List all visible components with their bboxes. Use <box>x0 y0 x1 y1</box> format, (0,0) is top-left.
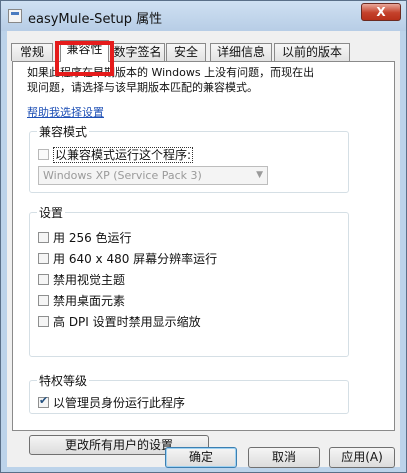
compat-mode-select[interactable]: Windows XP (Service Pack 3) ▼ <box>38 166 268 185</box>
setting-disable-desktop-composition[interactable]: 禁用桌面元素 <box>38 290 126 308</box>
dialog-client-area: 常规 兼容性 数字签名 安全 详细信息 以前的版本 如果此程序在早期版本的 Wi… <box>7 31 400 468</box>
tab-general[interactable]: 常规 <box>11 43 53 61</box>
setting-disable-desktop-composition-checkbox[interactable] <box>38 295 49 306</box>
setting-disable-visual-themes-checkbox[interactable] <box>38 274 49 285</box>
setting-256-colors[interactable]: 用 256 色运行 <box>38 227 132 245</box>
apply-button[interactable]: 应用(A) <box>329 447 395 468</box>
setting-256-colors-label: 用 256 色运行 <box>53 231 132 245</box>
properties-window: easyMule-Setup 属性 X 常规 兼容性 数字签名 安全 详细信息 … <box>0 0 407 473</box>
compat-mode-title: 兼容模式 <box>37 123 90 140</box>
cancel-button[interactable]: 取消 <box>248 447 320 468</box>
compatibility-panel: 如果此程序在早期版本的 Windows 上没有问题，而现在出 现问题，请选择与该… <box>12 61 395 455</box>
privilege-group: 特权等级 ✔ 以管理员身份运行此程序 <box>29 372 349 414</box>
intro-line-1: 如果此程序在早期版本的 Windows 上没有问题，而现在出 <box>27 66 315 79</box>
help-me-choose-link[interactable]: 帮助我选择设置 <box>27 104 104 120</box>
setting-disable-visual-themes[interactable]: 禁用视觉主题 <box>38 269 126 287</box>
compat-mode-select-value: Windows XP (Service Pack 3) <box>43 169 202 182</box>
settings-group: 设置 用 256 色运行 用 640 x 480 屏幕分辨率运行 禁用视觉主题 … <box>29 204 349 357</box>
checkmark-icon: ✔ <box>39 394 49 407</box>
settings-title: 设置 <box>37 204 66 221</box>
privilege-title: 特权等级 <box>37 372 90 389</box>
tab-compatibility[interactable]: 兼容性 <box>60 40 109 62</box>
setting-640x480-label: 用 640 x 480 屏幕分辨率运行 <box>53 252 218 266</box>
tab-previous-versions[interactable]: 以前的版本 <box>274 43 350 61</box>
setting-disable-dpi-scaling-checkbox[interactable] <box>38 316 49 327</box>
chevron-down-icon: ▼ <box>256 170 263 180</box>
setting-256-colors-checkbox[interactable] <box>38 232 49 243</box>
compat-mode-checkbox[interactable] <box>38 149 49 160</box>
compat-mode-group: 兼容模式 以兼容模式运行这个程序: Windows XP (Service Pa… <box>29 123 349 193</box>
setting-640x480[interactable]: 用 640 x 480 屏幕分辨率运行 <box>38 248 218 266</box>
intro-line-2: 现问题，请选择与该早期版本匹配的兼容模式。 <box>27 81 258 94</box>
tab-digital-signatures[interactable]: 数字签名 <box>110 43 165 61</box>
ok-button[interactable]: 确定 <box>165 447 237 468</box>
setting-disable-dpi-scaling-label: 高 DPI 设置时禁用显示缩放 <box>53 315 201 329</box>
setting-640x480-checkbox[interactable] <box>38 253 49 264</box>
compat-mode-checkbox-row[interactable]: 以兼容模式运行这个程序: <box>38 144 194 163</box>
tab-details[interactable]: 详细信息 <box>210 43 272 61</box>
run-as-admin-label: 以管理员身份运行此程序 <box>53 396 186 410</box>
window-title: easyMule-Setup 属性 <box>28 12 163 27</box>
setting-disable-desktop-composition-label: 禁用桌面元素 <box>53 294 126 308</box>
title-bar[interactable]: easyMule-Setup 属性 X <box>1 1 406 31</box>
window-icon <box>8 9 22 23</box>
tab-security[interactable]: 安全 <box>166 43 206 61</box>
intro-text: 如果此程序在早期版本的 Windows 上没有问题，而现在出 现问题，请选择与该… <box>27 65 372 95</box>
run-as-admin-row[interactable]: ✔ 以管理员身份运行此程序 <box>38 392 186 410</box>
tab-bar: 常规 兼容性 数字签名 安全 详细信息 以前的版本 <box>7 40 400 76</box>
run-as-admin-checkbox[interactable]: ✔ <box>38 394 49 408</box>
compat-mode-label: 以兼容模式运行这个程序: <box>53 147 194 163</box>
close-button[interactable]: X <box>361 3 401 21</box>
setting-disable-dpi-scaling[interactable]: 高 DPI 设置时禁用显示缩放 <box>38 311 201 329</box>
setting-disable-visual-themes-label: 禁用视觉主题 <box>53 273 126 287</box>
